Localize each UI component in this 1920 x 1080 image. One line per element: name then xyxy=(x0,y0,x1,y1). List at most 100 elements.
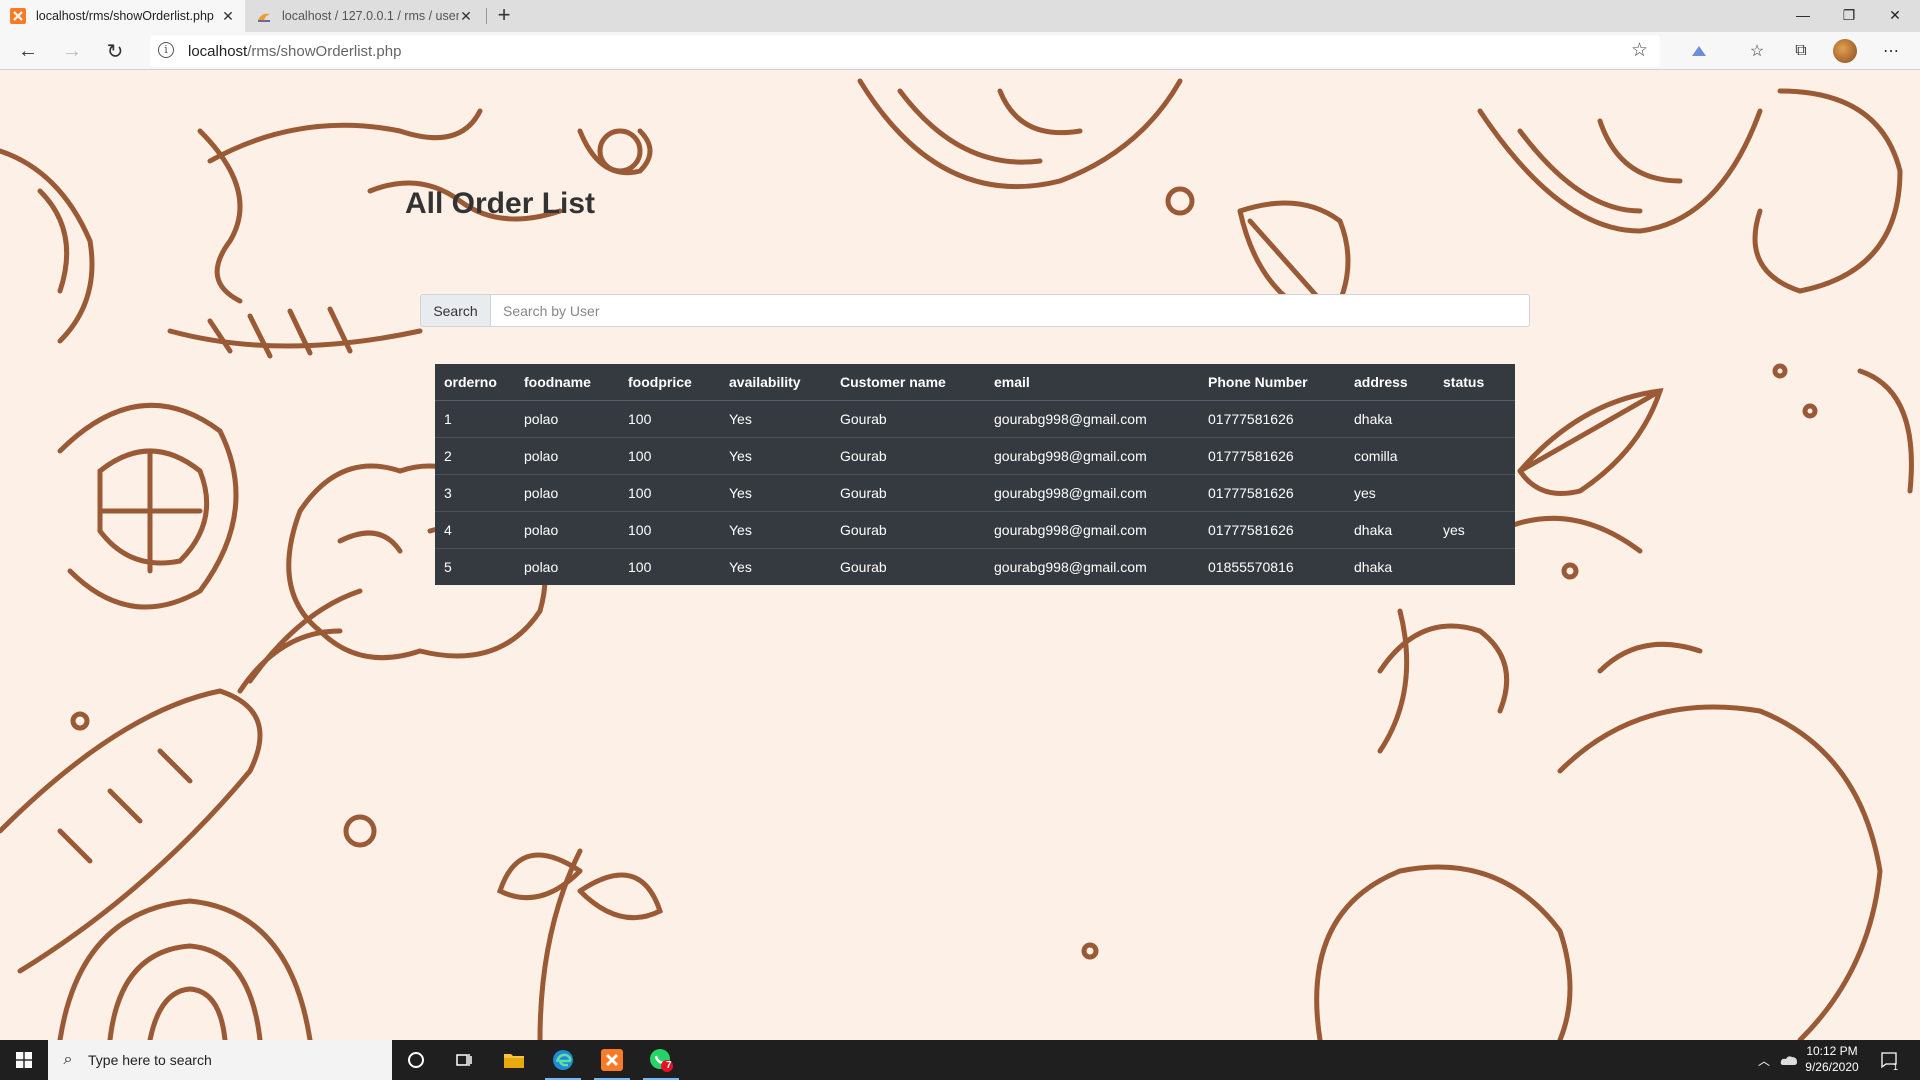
col-foodprice: foodprice xyxy=(619,364,720,401)
cell-address: yes xyxy=(1345,473,1434,511)
cell-phone: 01777581626 xyxy=(1199,436,1345,474)
restore-icon[interactable]: ❐ xyxy=(1826,0,1872,30)
cell-foodprice: 100 xyxy=(619,436,720,474)
page-title: All Order List xyxy=(405,187,596,220)
close-tab-icon[interactable]: ✕ xyxy=(459,8,473,25)
cell-customer-name: Gourab xyxy=(831,399,985,437)
favorite-star-icon[interactable]: ☆ xyxy=(1631,39,1648,62)
cell-status: yes xyxy=(1434,510,1515,548)
col-orderno: orderno xyxy=(435,364,515,401)
tab-title: localhost/rms/showOrderlist.php xyxy=(36,9,214,23)
cell-phone: 01777581626 xyxy=(1199,510,1345,548)
cortana-icon[interactable] xyxy=(392,1040,440,1080)
table-header-row: orderno foodname foodprice availability … xyxy=(435,364,1515,401)
cell-customer-name: Gourab xyxy=(831,547,985,585)
url-path: /rms/showOrderlist.php xyxy=(247,43,402,60)
show-hidden-icons-icon[interactable]: ︿ xyxy=(1758,1040,1770,1080)
col-email: email xyxy=(985,364,1199,401)
cell-email: gourabg998@gmail.com xyxy=(985,510,1199,548)
browser-toolbar: ← → ↻ i localhost/rms/showOrderlist.php … xyxy=(0,32,1920,70)
col-phone-number: Phone Number xyxy=(1199,364,1345,401)
search-button[interactable]: Search xyxy=(420,294,490,327)
cell-foodname: polao xyxy=(515,510,619,548)
cell-foodprice: 100 xyxy=(619,399,720,437)
taskbar-search-placeholder: Type here to search xyxy=(88,1052,212,1068)
cell-foodprice: 100 xyxy=(619,473,720,511)
notification-center-icon[interactable]: 1 xyxy=(1880,1040,1898,1080)
cell-status xyxy=(1434,547,1515,585)
cell-availability: Yes xyxy=(720,473,831,511)
tab-showorderlist[interactable]: localhost/rms/showOrderlist.php ✕ xyxy=(0,0,245,32)
search-icon: ⌕ xyxy=(63,1051,73,1068)
new-tab-icon[interactable]: + xyxy=(492,4,516,28)
close-window-icon[interactable]: ✕ xyxy=(1872,0,1918,30)
cell-foodname: polao xyxy=(515,399,619,437)
close-tab-icon[interactable]: ✕ xyxy=(221,8,235,25)
minimize-icon[interactable]: — xyxy=(1780,0,1826,30)
url-host: localhost xyxy=(188,43,248,60)
edge-browser-icon[interactable] xyxy=(539,1040,587,1080)
whatsapp-badge: 7 xyxy=(666,1060,672,1071)
cell-orderno: 2 xyxy=(435,436,515,474)
xampp-icon xyxy=(10,8,26,24)
cell-availability: Yes xyxy=(720,399,831,437)
cell-orderno: 4 xyxy=(435,510,515,548)
whatsapp-icon[interactable]: 7 xyxy=(637,1040,685,1080)
cell-email: gourabg998@gmail.com xyxy=(985,436,1199,474)
cell-customer-name: Gourab xyxy=(831,436,985,474)
table-row: 5 polao 100 Yes Gourab gourabg998@gmail.… xyxy=(435,547,1515,585)
clock-date: 9/26/2020 xyxy=(1805,1060,1859,1074)
cell-availability: Yes xyxy=(720,510,831,548)
cell-address: dhaka xyxy=(1345,510,1434,548)
cell-status xyxy=(1434,399,1515,437)
task-view-icon[interactable] xyxy=(440,1040,488,1080)
cell-foodprice: 100 xyxy=(619,510,720,548)
favorites-icon[interactable]: ☆ xyxy=(1744,38,1770,64)
taskbar-search-box[interactable]: ⌕ Type here to search xyxy=(48,1040,392,1080)
address-bar[interactable]: i localhost/rms/showOrderlist.php ☆ xyxy=(150,35,1660,67)
file-explorer-icon[interactable] xyxy=(490,1040,538,1080)
col-availability: availability xyxy=(720,364,831,401)
site-info-icon[interactable]: i xyxy=(158,42,174,58)
xampp-taskbar-icon[interactable] xyxy=(588,1040,636,1080)
more-options-icon[interactable]: ⋯ xyxy=(1878,38,1904,64)
extension-icon[interactable] xyxy=(1686,38,1712,64)
cell-phone: 01777581626 xyxy=(1199,473,1345,511)
cell-availability: Yes xyxy=(720,547,831,585)
cell-phone: 01855570816 xyxy=(1199,547,1345,585)
url-text[interactable]: localhost/rms/showOrderlist.php xyxy=(188,43,401,60)
tab-separator xyxy=(486,8,487,24)
browser-tabbar: localhost/rms/showOrderlist.php ✕ localh… xyxy=(0,0,1920,32)
table-row: 3 polao 100 Yes Gourab gourabg998@gmail.… xyxy=(435,473,1515,511)
page-content: All Order List Search orderno foodname f… xyxy=(0,71,1920,1040)
order-table: orderno foodname foodprice availability … xyxy=(435,364,1515,585)
cell-foodname: polao xyxy=(515,547,619,585)
cell-email: gourabg998@gmail.com xyxy=(985,473,1199,511)
cell-orderno: 5 xyxy=(435,547,515,585)
windows-start-icon[interactable] xyxy=(0,1040,48,1080)
back-icon[interactable]: ← xyxy=(14,37,42,65)
col-foodname: foodname xyxy=(515,364,619,401)
col-status: status xyxy=(1434,364,1515,401)
collections-icon[interactable]: ⧉ xyxy=(1788,38,1814,64)
cell-address: dhaka xyxy=(1345,547,1434,585)
tab-phpmyadmin[interactable]: localhost / 127.0.0.1 / rms / user ✕ xyxy=(246,0,483,32)
clock-time: 10:12 PM xyxy=(1806,1044,1858,1058)
refresh-icon[interactable]: ↻ xyxy=(101,37,129,65)
cell-foodname: polao xyxy=(515,436,619,474)
cell-foodname: polao xyxy=(515,473,619,511)
tab-title: localhost / 127.0.0.1 / rms / user xyxy=(282,9,459,23)
profile-avatar[interactable] xyxy=(1832,38,1858,64)
cell-customer-name: Gourab xyxy=(831,510,985,548)
table-row: 1 polao 100 Yes Gourab gourabg998@gmail.… xyxy=(435,399,1515,437)
windows-taskbar: ⌕ Type here to search 7 ︿ 10:12 PM 9/26/… xyxy=(0,1040,1920,1080)
cell-orderno: 1 xyxy=(435,399,515,437)
cell-status xyxy=(1434,473,1515,511)
search-input[interactable] xyxy=(490,294,1530,327)
table-row: 2 polao 100 Yes Gourab gourabg998@gmail.… xyxy=(435,436,1515,474)
cell-email: gourabg998@gmail.com xyxy=(985,399,1199,437)
forward-icon[interactable]: → xyxy=(58,37,86,65)
cell-customer-name: Gourab xyxy=(831,473,985,511)
system-clock[interactable]: 10:12 PM 9/26/2020 xyxy=(1792,1043,1872,1075)
search-bar: Search xyxy=(420,294,1530,327)
